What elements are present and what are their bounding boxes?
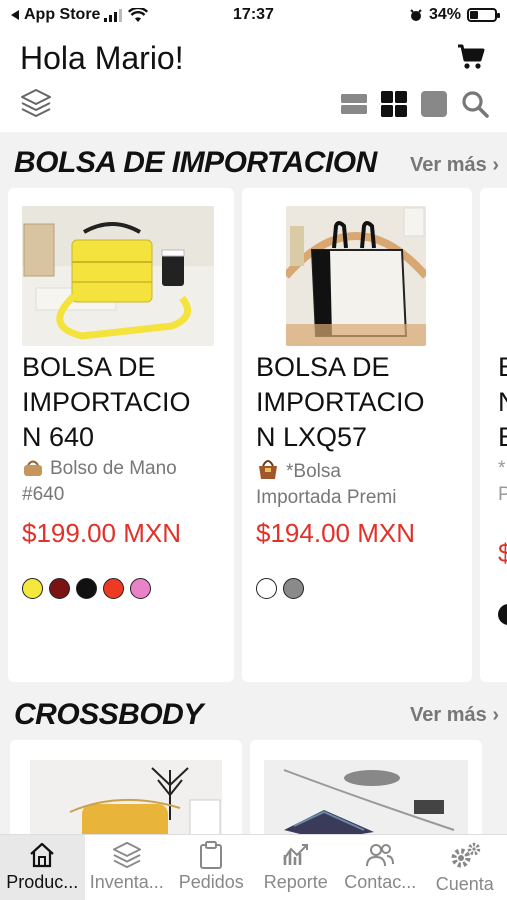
product-price: $199.00 MXN — [22, 518, 181, 548]
color-swatch — [283, 578, 304, 599]
product-title-partial: BNB — [498, 350, 507, 455]
color-swatch — [76, 578, 97, 599]
search-icon[interactable] — [461, 90, 489, 118]
tab-label: Pedidos — [178, 872, 244, 892]
battery-percent: 34% — [428, 6, 461, 23]
layers-icon[interactable] — [20, 88, 52, 118]
tab-cuenta[interactable]: Cuenta — [423, 835, 507, 900]
bottom-tab-bar: Produc... Inventa... Pedidos Reporte Con… — [0, 834, 507, 900]
product-title: BOLSA DE IMPORTACIO N LXQ57 — [256, 352, 425, 452]
product-rail-importacion[interactable]: BOLSA DE IMPORTACIO N 640 Bolso de Mano … — [0, 188, 507, 683]
product-image — [286, 206, 426, 346]
product-price-partial: $ — [498, 538, 507, 568]
tab-reporte[interactable]: Reporte — [254, 835, 339, 900]
single-view-icon[interactable] — [421, 91, 447, 117]
list-view-icon[interactable] — [341, 93, 367, 115]
product-image — [22, 206, 214, 346]
see-more-label: Ver más — [410, 154, 487, 176]
contacts-icon — [366, 844, 395, 867]
status-bar: App Store 17:37 34% — [0, 0, 507, 32]
product-card[interactable] — [250, 740, 482, 834]
product-image — [30, 760, 222, 834]
product-card-partial[interactable]: BNB *P $ — [480, 188, 507, 682]
clipboard-icon — [200, 841, 223, 869]
handbag-emoji-icon — [24, 460, 42, 476]
color-swatch — [49, 578, 70, 599]
tab-label: Cuenta — [435, 874, 494, 894]
grid-view-icon[interactable] — [381, 91, 407, 117]
color-swatch — [103, 578, 124, 599]
product-description: Bolso de Mano #640 — [22, 458, 177, 505]
product-image — [264, 760, 468, 834]
color-swatch — [130, 578, 151, 599]
section-header-crossbody: CROSSBODY Ver más › — [0, 690, 507, 740]
product-description: *Bolsa Importada Premi — [256, 456, 466, 511]
tab-label: Reporte — [263, 872, 328, 892]
greeting-title: Hola Mario! — [20, 40, 184, 76]
tab-label: Contac... — [344, 872, 417, 892]
shopping-cart-icon[interactable] — [457, 44, 485, 70]
alarm-icon — [410, 9, 422, 21]
see-more-link[interactable]: Ver más › — [410, 704, 499, 727]
product-title: BOLSA DE IMPORTACIO N 640 — [22, 352, 191, 452]
see-more-label: Ver más — [410, 704, 487, 726]
color-swatches — [22, 578, 151, 599]
see-more-link[interactable]: Ver más › — [410, 154, 499, 177]
tab-contactos[interactable]: Contac... — [338, 835, 423, 900]
section-title: BOLSA DE IMPORTACION — [14, 146, 377, 179]
app-header: Hola Mario! — [0, 32, 507, 132]
color-swatch-partial — [498, 604, 507, 625]
tab-productos[interactable]: Produc... — [0, 835, 85, 900]
gears-icon — [451, 842, 480, 868]
chart-icon — [282, 844, 308, 865]
product-card[interactable] — [10, 740, 242, 834]
tab-label: Produc... — [6, 872, 79, 892]
handbag-emoji-icon — [259, 460, 277, 479]
section-title: CROSSBODY — [14, 698, 203, 731]
tab-label: Inventa... — [89, 872, 164, 892]
product-card[interactable]: BOLSA DE IMPORTACIO N 640 Bolso de Mano … — [8, 188, 234, 682]
color-swatches — [256, 578, 304, 599]
color-swatch — [256, 578, 277, 599]
product-rail-crossbody[interactable] — [0, 740, 507, 834]
section-header-importacion: BOLSA DE IMPORTACION Ver más › — [0, 138, 507, 188]
home-icon — [30, 842, 54, 868]
color-swatch — [22, 578, 43, 599]
tab-inventario[interactable]: Inventa... — [85, 835, 170, 900]
product-description-partial: * P — [498, 458, 507, 505]
product-price: $194.00 MXN — [256, 518, 415, 548]
battery-icon — [467, 8, 500, 22]
layers-icon — [112, 841, 141, 869]
product-card[interactable]: BOLSA DE IMPORTACIO N LXQ57 *Bolsa Impor… — [242, 188, 472, 682]
tab-pedidos[interactable]: Pedidos — [169, 835, 254, 900]
